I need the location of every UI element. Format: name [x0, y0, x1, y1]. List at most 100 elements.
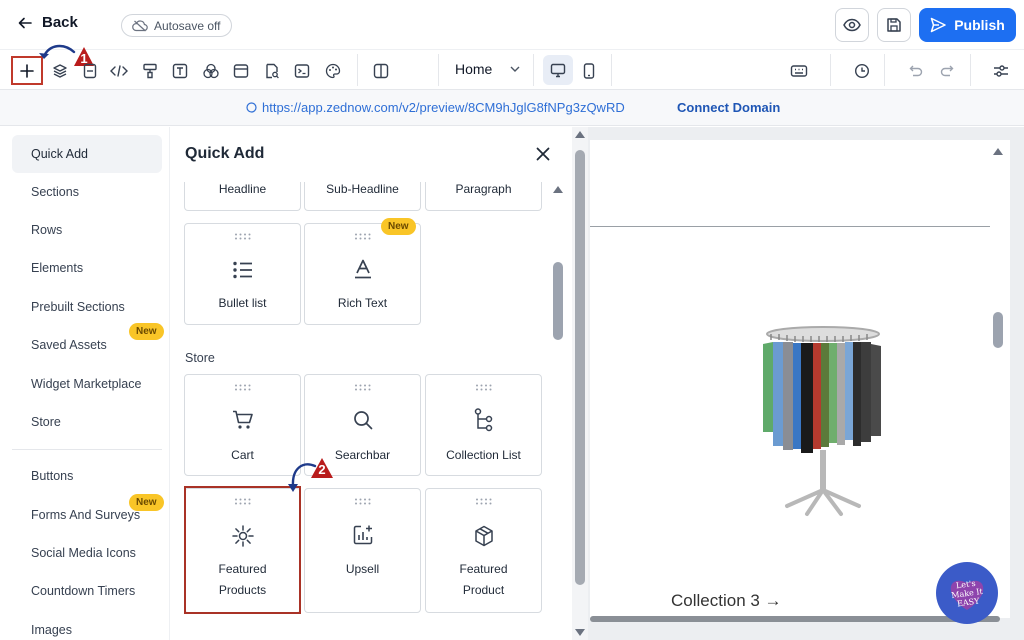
- sidebar-scrollbar[interactable]: [575, 150, 585, 585]
- nav-item-prebuilt-sections[interactable]: Prebuilt Sections: [12, 288, 162, 326]
- element-card-cart[interactable]: Cart: [184, 374, 301, 476]
- scroll-up-arrow-icon[interactable]: [992, 147, 1004, 156]
- card-label: Upsell: [345, 562, 380, 576]
- back-label: Back: [42, 14, 78, 31]
- nav-item-images[interactable]: Images: [12, 611, 162, 640]
- scroll-up-arrow-icon[interactable]: [574, 130, 586, 139]
- element-card-rich-text[interactable]: Rich Text: [304, 223, 421, 325]
- nav-item-label: Sections: [31, 185, 79, 199]
- terminal-button[interactable]: [292, 61, 312, 81]
- split-view-button[interactable]: [371, 61, 391, 81]
- watermark-logo: Let's Make It EASY: [936, 562, 998, 624]
- popup-button[interactable]: [231, 61, 251, 81]
- drag-handle-icon: [354, 233, 372, 240]
- page-selector-value: Home: [455, 61, 493, 77]
- page-selector[interactable]: Home: [455, 61, 520, 77]
- nav-item-label: Social Media Icons: [31, 546, 136, 560]
- paint-roller-icon: [142, 63, 158, 79]
- scroll-down-arrow-icon[interactable]: [574, 628, 586, 637]
- page-icon: [83, 63, 97, 79]
- preview-button[interactable]: [835, 8, 869, 42]
- element-card-featured-product[interactable]: Featured Product: [425, 488, 542, 613]
- nav-item-label: Store: [31, 415, 61, 429]
- nav-item-store[interactable]: Store: [12, 403, 162, 441]
- nav-item-social-media-icons[interactable]: Social Media Icons: [12, 534, 162, 572]
- palette-icon: [325, 63, 341, 79]
- nav-item-rows[interactable]: Rows: [12, 211, 162, 249]
- element-card-collection-list[interactable]: Collection List: [425, 374, 542, 476]
- card-label: Sub-Headline: [326, 182, 399, 196]
- code-icon: [110, 64, 128, 78]
- close-panel-button[interactable]: [533, 144, 553, 164]
- card-label: Rich Text: [337, 296, 388, 310]
- nav-item-label: Widget Marketplace: [31, 377, 142, 391]
- scroll-up-arrow-icon[interactable]: [552, 185, 564, 194]
- desktop-view-button[interactable]: [543, 55, 573, 85]
- element-card-featured-products[interactable]: Featured Products: [184, 488, 301, 613]
- version-history-button[interactable]: [852, 61, 872, 81]
- card-label: Collection List: [446, 448, 521, 462]
- nav-item-elements[interactable]: Elements: [12, 249, 162, 287]
- nav-item-widget-marketplace[interactable]: Widget Marketplace: [12, 365, 162, 403]
- seo-button[interactable]: [262, 61, 282, 81]
- undo-button[interactable]: [906, 61, 926, 81]
- element-card-upsell[interactable]: Upsell: [304, 488, 421, 613]
- new-badge: New: [129, 323, 164, 340]
- collection-list-icon: [474, 408, 494, 432]
- settings-button[interactable]: [991, 61, 1011, 81]
- autosave-toggle[interactable]: Autosave off: [121, 14, 232, 37]
- toolbar-divider: [884, 54, 885, 86]
- redo-button[interactable]: [937, 61, 957, 81]
- nav-item-label: Images: [31, 623, 72, 637]
- pages-button[interactable]: [80, 61, 100, 81]
- styles-button[interactable]: [140, 61, 160, 81]
- cloud-off-icon: [132, 19, 148, 32]
- publish-button[interactable]: Publish: [919, 8, 1016, 42]
- element-card-headline[interactable]: Headline: [184, 182, 301, 211]
- palette-button[interactable]: [323, 61, 343, 81]
- card-label-line-1: Featured: [218, 562, 267, 576]
- drag-handle-icon: [354, 384, 372, 391]
- card-label-line-2: Product: [462, 583, 505, 597]
- nav-item-label: Rows: [31, 223, 63, 237]
- colors-button[interactable]: [201, 61, 221, 81]
- layers-icon: [52, 63, 68, 79]
- publish-label: Publish: [954, 17, 1005, 33]
- chevron-down-icon: [510, 66, 520, 72]
- box-icon: [474, 525, 494, 547]
- connect-domain-link[interactable]: Connect Domain: [677, 100, 780, 115]
- arrow-left-icon: [18, 16, 32, 30]
- layers-button[interactable]: [50, 61, 70, 81]
- bullet-list-icon: [232, 261, 253, 279]
- card-label-line-2: Products: [218, 583, 267, 597]
- terminal-icon: [294, 63, 310, 79]
- card-label-line-1: Featured: [459, 562, 508, 576]
- panel-title: Quick Add: [185, 145, 265, 162]
- element-card-bullet-list[interactable]: Bullet list: [184, 223, 301, 325]
- panel-scrollbar[interactable]: [553, 262, 563, 340]
- canvas-scrollbar[interactable]: [993, 312, 1003, 348]
- document-search-icon: [264, 63, 280, 79]
- horizontal-scrollbar[interactable]: [590, 616, 1000, 622]
- nav-item-quick-add[interactable]: Quick Add: [12, 135, 162, 173]
- back-button[interactable]: Back: [18, 14, 78, 31]
- element-card-paragraph[interactable]: Paragraph: [425, 182, 542, 211]
- sliders-icon: [993, 64, 1009, 78]
- upsell-icon: [352, 524, 374, 546]
- nav-item-buttons[interactable]: Buttons: [12, 457, 162, 495]
- nav-item-sections[interactable]: Sections: [12, 173, 162, 211]
- monitor-icon: [550, 63, 566, 78]
- mobile-view-button[interactable]: [579, 61, 599, 81]
- typography-button[interactable]: [170, 61, 190, 81]
- text-box-icon: [172, 63, 188, 79]
- preview-url[interactable]: https://app.zednow.com/v2/preview/8CM9hJ…: [246, 100, 625, 115]
- save-button[interactable]: [877, 8, 911, 42]
- keyboard-shortcuts-button[interactable]: [789, 61, 809, 81]
- element-card-sub-headline[interactable]: Sub-Headline: [304, 182, 421, 211]
- divider-line: [590, 226, 990, 227]
- nav-item-countdown-timers[interactable]: Countdown Timers: [12, 572, 162, 610]
- collection-link[interactable]: Collection 3 →: [671, 591, 782, 611]
- code-button[interactable]: [109, 61, 129, 81]
- autosave-label: Autosave off: [154, 18, 221, 33]
- toolbar-divider: [357, 54, 358, 86]
